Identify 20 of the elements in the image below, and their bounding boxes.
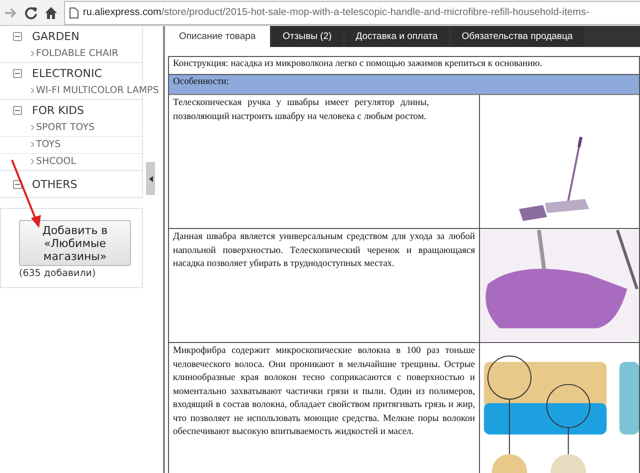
favorites-count: (635 добавили) <box>19 268 97 279</box>
category-link[interactable]: OTHERS <box>32 178 78 190</box>
section-header: Особенности: <box>169 74 639 95</box>
tab[interactable]: Обязательства продавца <box>450 26 584 47</box>
subcategory-link[interactable]: WI-FI MULTICOLOR LAMPS <box>36 85 159 96</box>
subcategory-link[interactable]: SHCOOL <box>36 156 76 167</box>
category-link[interactable]: FOR KIDS <box>32 104 84 116</box>
description-text: Конструкция: насадка из микроволкона легко с помощью зажимов крепиться к основанию. <box>172 58 544 71</box>
address-bar[interactable]: ru.aliexpress.com/store/product/2015-hot-sale-mop-with-a-telescopic-handle-and-microfibre-refill-household-items- <box>64 0 640 24</box>
category-link[interactable]: ELECTRONIC <box>32 66 102 80</box>
tab[interactable]: Доставка и оплата <box>344 26 449 47</box>
tab[interactable]: Отзывы (2) <box>272 26 343 47</box>
feature-text: Микрофибра содержит микроскопические волокна в 100 раз тоньше человеческого волоса. Они проникают в мельчайшие трещины. Острые клинообразные края волокон тесно соприкасаются с поверхностью и моментально захватывают частички грязи и пыли. Один из полимеров, входящий в состав волокна, обладает свойством притягивать грязь и жир, что позволяет не использовать моющие средства. Мелкие поры волокон обеспечивают высокую впитываемость жидкостей и масел. <box>169 343 480 473</box>
subcategory-link[interactable]: FOLDABLE CHAIR <box>36 48 118 59</box>
category-link[interactable]: GARDEN <box>32 30 80 42</box>
subcategory-link[interactable]: TOYS <box>36 139 61 150</box>
subcategory-link[interactable]: SPORT TOYS <box>36 122 95 133</box>
tab[interactable]: Описание товара <box>165 26 270 47</box>
feature-text: Телескопическая ручка у швабры имеет регулятор длины, позволяющий настроить швабру на человека с любым ростом. <box>169 95 480 228</box>
add-to-favorites-button[interactable]: Добавить в «Любимые магазины» <box>19 220 131 266</box>
